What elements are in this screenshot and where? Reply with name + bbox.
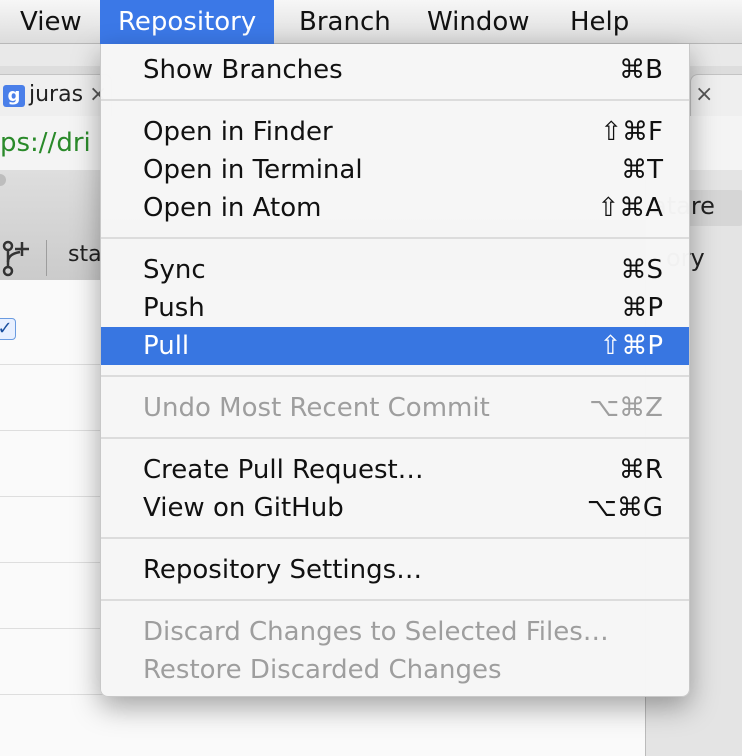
menu-item-shortcut: ⇧⌘A	[597, 193, 663, 223]
menu-item-view-on-github[interactable]: View on GitHub ⌥⌘G	[101, 489, 689, 527]
menu-item-label: Sync	[143, 255, 206, 285]
menu-item-shortcut: ⌘P	[621, 293, 663, 323]
menu-separator	[101, 237, 689, 239]
menu-separator	[101, 599, 689, 601]
repository-menu: Show Branches ⌘B Open in Finder ⇧⌘F Open…	[100, 44, 690, 697]
menu-item-shortcut: ⌥⌘Z	[589, 393, 663, 423]
menu-item-show-branches[interactable]: Show Branches ⌘B	[101, 51, 689, 89]
menu-item-undo-most-recent-commit: Undo Most Recent Commit ⌥⌘Z	[101, 389, 689, 427]
menubar-view[interactable]: View	[2, 0, 100, 44]
menu-item-shortcut: ⌘T	[621, 155, 663, 185]
menu-bar: View Repository Branch Window Help	[0, 0, 742, 44]
window-control-dot[interactable]	[0, 174, 6, 186]
menubar-branch[interactable]: Branch	[281, 0, 409, 44]
menu-item-label: Show Branches	[143, 55, 343, 85]
menu-item-repository-settings[interactable]: Repository Settings…	[101, 551, 689, 589]
browser-tab[interactable]: ×	[690, 74, 742, 116]
menu-separator	[101, 537, 689, 539]
menu-item-label: Push	[143, 293, 205, 323]
menu-item-label: Repository Settings…	[143, 555, 423, 585]
menu-item-push[interactable]: Push ⌘P	[101, 289, 689, 327]
toolbar-divider	[46, 240, 47, 276]
toolbar-label[interactable]: sta	[68, 242, 102, 267]
browser-tab-label: juras	[29, 82, 84, 107]
menu-item-sync[interactable]: Sync ⌘S	[101, 251, 689, 289]
close-icon[interactable]: ×	[695, 75, 713, 115]
menu-item-label: Undo Most Recent Commit	[143, 393, 490, 423]
menu-item-open-in-atom[interactable]: Open in Atom ⇧⌘A	[101, 189, 689, 227]
menubar-help[interactable]: Help	[552, 0, 647, 44]
menu-item-label: View on GitHub	[143, 493, 344, 523]
menu-item-shortcut: ⇧⌘F	[600, 117, 663, 147]
menu-separator	[101, 437, 689, 439]
menu-item-discard-changes: Discard Changes to Selected Files…	[101, 613, 689, 651]
browser-tab[interactable]: g juras ×	[0, 74, 112, 116]
menu-item-label: Open in Terminal	[143, 155, 363, 185]
menu-item-open-in-terminal[interactable]: Open in Terminal ⌘T	[101, 151, 689, 189]
menu-item-restore-discarded-changes: Restore Discarded Changes	[101, 651, 689, 689]
menubar-window[interactable]: Window	[409, 0, 548, 44]
menu-separator	[101, 375, 689, 377]
menu-item-shortcut: ⌘B	[619, 55, 663, 85]
menu-item-shortcut: ⌘S	[620, 255, 663, 285]
menu-item-pull[interactable]: Pull ⇧⌘P	[101, 327, 689, 365]
menu-item-label: Discard Changes to Selected Files…	[143, 617, 609, 647]
menu-item-shortcut: ⌥⌘G	[586, 493, 663, 523]
menu-item-label: Pull	[143, 331, 190, 361]
menu-item-open-in-finder[interactable]: Open in Finder ⇧⌘F	[101, 113, 689, 151]
menu-item-label: Create Pull Request…	[143, 455, 424, 485]
branch-icon[interactable]	[0, 238, 30, 278]
menu-separator	[101, 99, 689, 101]
menu-item-shortcut: ⇧⌘P	[599, 331, 663, 361]
menubar-repository[interactable]: Repository	[100, 0, 275, 44]
google-icon: g	[3, 85, 25, 107]
menu-item-label: Open in Finder	[143, 117, 333, 147]
menu-item-shortcut: ⌘R	[618, 455, 663, 485]
menu-item-label: Open in Atom	[143, 193, 322, 223]
url-text: ps://dri	[0, 128, 91, 158]
menu-item-create-pull-request[interactable]: Create Pull Request… ⌘R	[101, 451, 689, 489]
menu-item-label: Restore Discarded Changes	[143, 655, 502, 685]
select-all-checkbox[interactable]: ✓	[0, 318, 16, 340]
